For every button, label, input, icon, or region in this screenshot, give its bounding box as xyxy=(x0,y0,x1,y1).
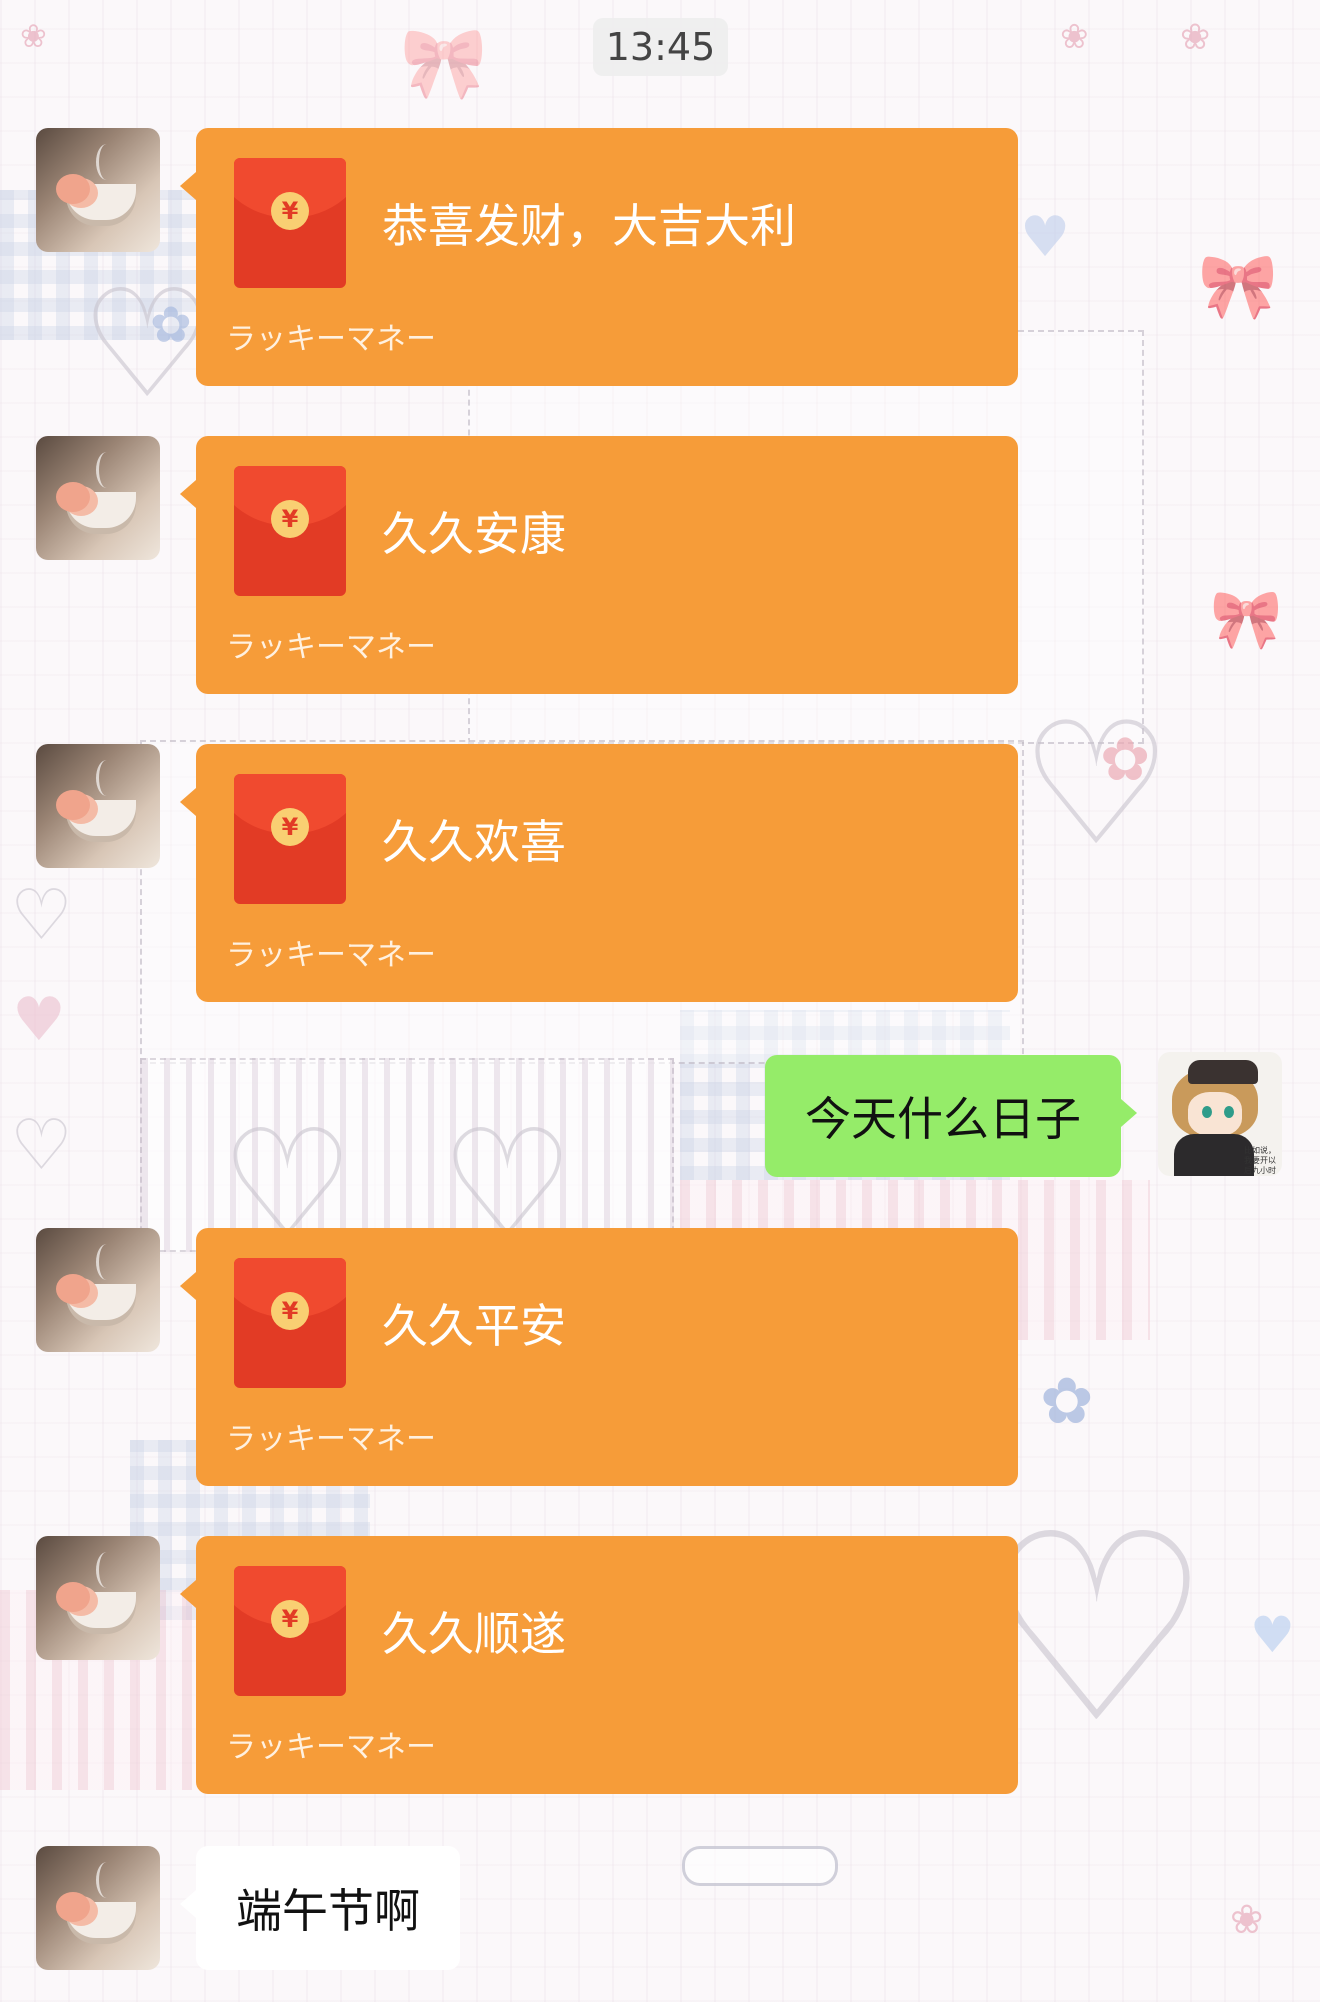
avatar-steam xyxy=(96,144,117,180)
my-avatar[interactable]: 比如说，我要开以后九小时工作 xyxy=(1158,1052,1282,1176)
avatar-steam xyxy=(96,760,117,796)
red-packet-title: 久久安康 xyxy=(382,507,566,561)
red-packet-subtitle: ラッキーマネー xyxy=(226,1730,436,1765)
contact-avatar[interactable] xyxy=(36,128,160,252)
contact-avatar[interactable] xyxy=(36,1228,160,1352)
red-packet-icon: ¥ xyxy=(234,1566,346,1696)
rose-icon: ✿ xyxy=(150,296,192,354)
coin-icon: ¥ xyxy=(271,808,309,846)
red-packet-title: 久久平安 xyxy=(382,1299,566,1353)
contact-avatar[interactable] xyxy=(36,436,160,560)
my-text-message[interactable]: 今天什么日子 xyxy=(765,1055,1137,1177)
red-packet-title: 恭喜发财，大吉大利 xyxy=(382,199,796,253)
red-packet-message[interactable]: ¥ 恭喜发财，大吉大利 ラッキーマネー xyxy=(180,128,1018,386)
avatar-flower xyxy=(56,1582,90,1612)
heart-icon: ♥ xyxy=(1020,205,1071,270)
contact-avatar[interactable] xyxy=(36,1846,160,1970)
contact-text-message[interactable]: 端午节啊 xyxy=(180,1846,460,1970)
message-time-label: 13:45 xyxy=(593,18,728,76)
avatar-steam xyxy=(96,1552,117,1588)
avatar-steam xyxy=(96,1244,117,1280)
red-packet-title: 久久顺遂 xyxy=(382,1607,566,1661)
red-packet-icon: ¥ xyxy=(234,1258,346,1388)
heart-outline-icon: ♡ xyxy=(10,874,73,956)
avatar-flower xyxy=(56,482,90,512)
red-packet-message[interactable]: ¥ 久久欢喜 ラッキーマネー xyxy=(180,744,1018,1002)
red-packet-message[interactable]: ¥ 久久顺遂 ラッキーマネー xyxy=(180,1536,1018,1794)
heart-outline-icon: ♡ xyxy=(10,1104,73,1186)
avatar-flower xyxy=(56,790,90,820)
red-packet-subtitle: ラッキーマネー xyxy=(226,1422,436,1457)
avatar-flower xyxy=(56,1274,90,1304)
red-packet-title: 久久欢喜 xyxy=(382,815,566,869)
bow-icon: 🎀 xyxy=(1210,585,1283,653)
flower-icon: ❀ xyxy=(20,17,47,55)
red-packet-subtitle: ラッキーマネー xyxy=(226,322,436,357)
avatar-flower xyxy=(56,174,90,204)
avatar-body xyxy=(1174,1134,1254,1176)
avatar-steam xyxy=(96,1862,117,1898)
red-packet-subtitle: ラッキーマネー xyxy=(226,938,436,973)
flower-icon: ❀ xyxy=(1060,17,1089,57)
red-packet-icon: ¥ xyxy=(234,466,346,596)
contact-avatar[interactable] xyxy=(36,1536,160,1660)
coin-icon: ¥ xyxy=(271,1600,309,1638)
coin-icon: ¥ xyxy=(271,1292,309,1330)
avatar-face xyxy=(1188,1092,1242,1136)
red-packet-icon: ¥ xyxy=(234,774,346,904)
avatar-caption: 比如说，我要开以后九小时工作 xyxy=(1244,1146,1276,1175)
red-packet-subtitle: ラッキーマネー xyxy=(226,630,436,665)
heart-outline-icon: ♡ xyxy=(80,258,215,432)
wallpaper-ribbon-label xyxy=(682,1846,838,1886)
contact-avatar[interactable] xyxy=(36,744,160,868)
red-packet-message[interactable]: ¥ 久久安康 ラッキーマネー xyxy=(180,436,1018,694)
avatar-hat xyxy=(1188,1060,1258,1084)
flower-icon: ❀ xyxy=(1180,17,1211,58)
avatar-eye xyxy=(1224,1106,1234,1118)
heart-icon: ♥ xyxy=(1250,1606,1295,1664)
red-packet-icon: ¥ xyxy=(234,158,346,288)
avatar-flower xyxy=(56,1892,90,1922)
red-packet-message[interactable]: ¥ 久久平安 ラッキーマネー xyxy=(180,1228,1018,1486)
coin-icon: ¥ xyxy=(271,500,309,538)
flower-icon: ❀ xyxy=(1230,1897,1264,1943)
avatar-steam xyxy=(96,452,117,488)
heart-icon: ♥ xyxy=(12,985,66,1055)
coin-icon: ¥ xyxy=(271,192,309,230)
bow-icon: 🎀 xyxy=(400,22,488,104)
bow-icon: 🎀 xyxy=(1198,250,1278,324)
avatar-eye xyxy=(1202,1106,1212,1118)
rose-icon: ✿ xyxy=(1100,725,1151,795)
rose-icon: ✿ xyxy=(1040,1365,1094,1439)
